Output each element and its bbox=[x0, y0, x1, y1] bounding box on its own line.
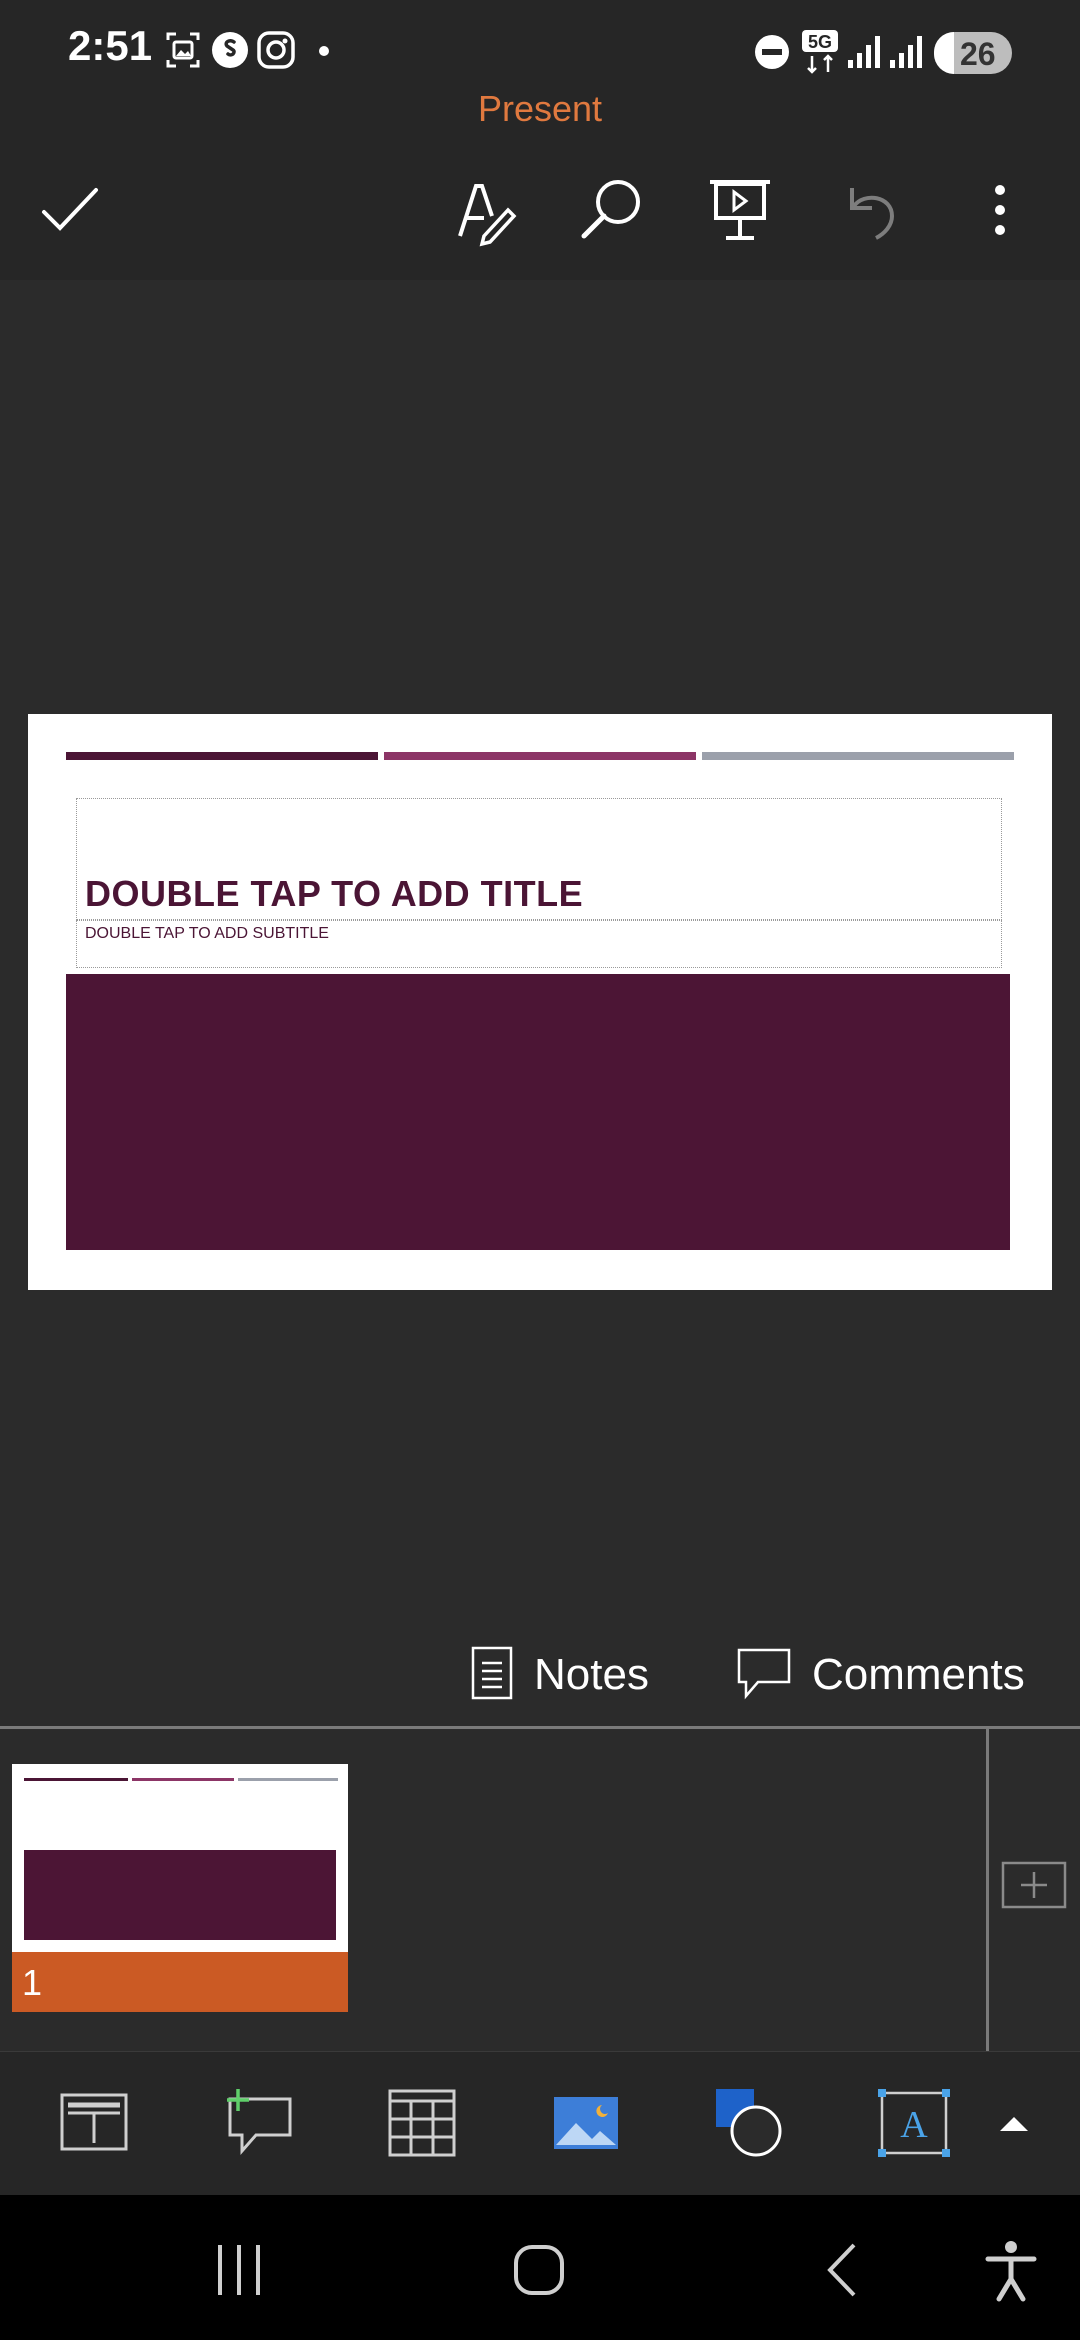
draw-button[interactable] bbox=[448, 170, 528, 250]
slide-number: 1 bbox=[22, 1962, 43, 2003]
expand-up-icon bbox=[994, 2117, 1034, 2165]
done-button[interactable] bbox=[30, 170, 110, 250]
textbox-icon: A bbox=[876, 2089, 952, 2165]
thumbnail-accent-line-2 bbox=[132, 1778, 234, 1781]
slide-accent-line-3 bbox=[702, 752, 1014, 760]
home-button[interactable] bbox=[504, 2235, 574, 2305]
add-slide-icon bbox=[1000, 1861, 1068, 1914]
instagram-icon bbox=[256, 30, 296, 75]
layout-icon bbox=[56, 2093, 132, 2165]
notes-icon bbox=[470, 1645, 514, 1706]
slide-title: DOUBLE TAP TO ADD TITLE bbox=[85, 873, 584, 914]
recents-button[interactable] bbox=[204, 2235, 274, 2305]
battery-level: 26 bbox=[960, 36, 996, 72]
thumbnail-accent-line-1 bbox=[24, 1778, 128, 1781]
comment-icon bbox=[736, 1646, 792, 1705]
search-icon bbox=[572, 180, 652, 254]
table-icon bbox=[384, 2089, 460, 2165]
status-time: 2:51 bbox=[68, 22, 153, 69]
thumbnail-accent-line-3 bbox=[238, 1778, 338, 1781]
slide[interactable]: DOUBLE TAP TO ADD TITLE DOUBLE TAP TO AD… bbox=[28, 714, 1052, 1290]
home-icon bbox=[504, 2245, 574, 2309]
signal-icon bbox=[888, 34, 924, 75]
notes-button[interactable]: Notes bbox=[470, 1640, 649, 1710]
draw-icon bbox=[448, 184, 528, 254]
screenshot-icon bbox=[164, 30, 202, 75]
slide-color-band bbox=[66, 974, 1010, 1250]
accessibility-icon bbox=[976, 2241, 1046, 2309]
svg-text:5G: 5G bbox=[808, 32, 832, 52]
divider bbox=[986, 1729, 989, 2051]
svg-text:A: A bbox=[900, 2104, 928, 2146]
battery-icon: 26 bbox=[934, 32, 1012, 74]
textbox-button[interactable]: A bbox=[876, 2085, 952, 2161]
recents-icon bbox=[204, 2245, 274, 2309]
undo-icon bbox=[830, 188, 910, 254]
more-icon bbox=[960, 185, 1040, 254]
more-options-button[interactable] bbox=[960, 170, 1040, 250]
accessibility-button[interactable] bbox=[976, 2235, 1046, 2305]
table-button[interactable] bbox=[384, 2085, 460, 2161]
new-comment-icon bbox=[220, 2089, 296, 2165]
slide-accent-line-1 bbox=[66, 752, 378, 760]
undo-button[interactable] bbox=[830, 170, 910, 250]
expand-toolbar-button[interactable] bbox=[994, 2085, 1034, 2161]
shapes-button[interactable] bbox=[712, 2085, 788, 2161]
new-comment-button[interactable] bbox=[220, 2085, 296, 2161]
subtitle-placeholder[interactable]: DOUBLE TAP TO ADD SUBTITLE bbox=[76, 920, 1002, 968]
signal-icon bbox=[846, 34, 882, 75]
dnd-icon bbox=[754, 34, 790, 75]
comments-button[interactable]: Comments bbox=[736, 1640, 1025, 1710]
layout-button[interactable] bbox=[56, 2085, 132, 2161]
notes-label: Notes bbox=[534, 1650, 649, 1699]
slide-accent-line-2 bbox=[384, 752, 696, 760]
picture-button[interactable] bbox=[548, 2085, 624, 2161]
comments-label: Comments bbox=[812, 1650, 1025, 1699]
title-placeholder[interactable]: DOUBLE TAP TO ADD TITLE bbox=[76, 798, 1002, 920]
search-button[interactable] bbox=[572, 170, 652, 250]
dot-icon bbox=[318, 44, 330, 62]
present-mode-title[interactable]: Present bbox=[0, 88, 1080, 130]
thumbnail-color-band bbox=[24, 1850, 336, 1940]
check-icon bbox=[30, 188, 110, 254]
picture-icon bbox=[548, 2097, 624, 2165]
add-slide-button[interactable] bbox=[1000, 1860, 1068, 1910]
present-icon bbox=[700, 180, 780, 254]
back-icon bbox=[808, 2243, 878, 2309]
present-button[interactable] bbox=[700, 170, 780, 250]
slide-thumbnail[interactable]: 1 bbox=[12, 1764, 348, 2012]
shapes-icon bbox=[712, 2089, 788, 2165]
back-button[interactable] bbox=[808, 2235, 878, 2305]
5g-icon: 5G bbox=[800, 28, 840, 79]
slide-subtitle: DOUBLE TAP TO ADD SUBTITLE bbox=[85, 925, 329, 942]
thumbnail-selected-footer: 1 bbox=[12, 1952, 348, 2012]
shazam-icon bbox=[210, 30, 250, 75]
